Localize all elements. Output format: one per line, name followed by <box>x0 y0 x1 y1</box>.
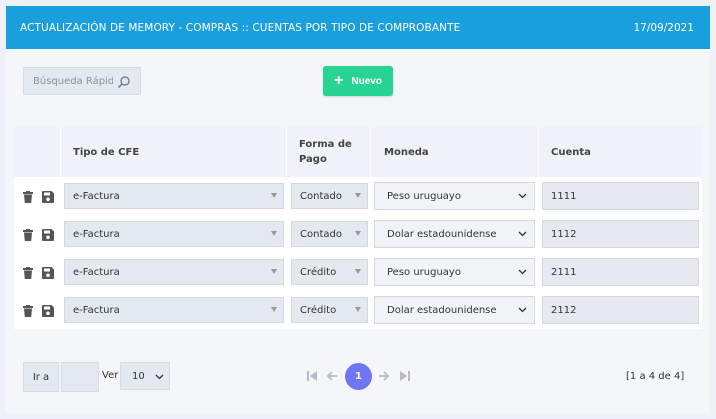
forma-pago-select[interactable]: Contado <box>291 221 368 247</box>
forma-pago-value: Crédito <box>300 304 337 316</box>
goto-page-label: Ir a <box>32 371 50 383</box>
forma-pago-select[interactable]: Crédito <box>291 259 368 285</box>
trash-icon[interactable] <box>22 305 34 317</box>
cuenta-field[interactable]: 2111 <box>542 258 699 286</box>
moneda-select[interactable]: Dolar estadounidense <box>374 296 535 324</box>
prev-page-icon[interactable] <box>326 369 338 383</box>
forma-pago-select[interactable]: Contado <box>291 183 368 209</box>
header-tipo-cfe-label: Tipo de CFE <box>73 146 140 158</box>
page-size-select[interactable]: 10 <box>120 362 170 390</box>
caret-down-icon <box>355 307 361 312</box>
chevron-down-icon <box>155 374 164 380</box>
header-cuenta[interactable]: Cuenta <box>539 127 702 177</box>
header-tipo-cfe[interactable]: Tipo de CFE <box>61 127 287 177</box>
trash-icon[interactable] <box>22 267 34 279</box>
search-input[interactable] <box>33 75 113 87</box>
moneda-value: Dolar estadounidense <box>387 304 497 316</box>
header-moneda[interactable]: Moneda <box>371 127 539 177</box>
caret-down-icon <box>271 193 277 198</box>
cuenta-field[interactable]: 1112 <box>542 220 699 248</box>
chevron-down-icon <box>518 307 527 313</box>
header-forma-pago-line2: Pago <box>299 154 327 165</box>
accounts-table: Tipo de CFE Forma de Pago Moneda Cuenta … <box>14 127 702 329</box>
header-date: 17/09/2021 <box>633 21 694 34</box>
page-title: ACTUALIZACIÓN DE MEMORY - COMPRAS :: CUE… <box>20 21 461 34</box>
new-button[interactable]: + Nuevo <box>323 66 393 96</box>
forma-pago-value: Contado <box>300 190 342 202</box>
search-icon[interactable] <box>117 75 131 89</box>
table-row: e-Factura Crédito Peso uruguayo 2111 <box>14 253 702 291</box>
moneda-value: Peso uruguayo <box>387 190 461 202</box>
trash-icon[interactable] <box>22 229 34 241</box>
header-forma-pago-label: Forma de Pago <box>299 137 352 167</box>
new-button-label: Nuevo <box>351 75 382 87</box>
next-page-icon[interactable] <box>378 369 390 383</box>
table-row: e-Factura Contado Peso uruguayo 1111 <box>14 177 702 215</box>
tipo-cfe-value: e-Factura <box>73 304 120 316</box>
cuenta-value: 1111 <box>551 190 577 202</box>
current-page-number: 1 <box>355 371 362 382</box>
quick-search[interactable] <box>23 67 141 95</box>
page-summary: [1 a 4 de 4] <box>626 371 685 382</box>
header-moneda-label: Moneda <box>384 146 429 158</box>
goto-page-button[interactable]: Ir a <box>23 362 59 392</box>
table-row: e-Factura Contado Dolar estadounidense 1… <box>14 215 702 253</box>
header-forma-pago[interactable]: Forma de Pago <box>287 127 371 177</box>
tipo-cfe-select[interactable]: e-Factura <box>64 221 284 247</box>
save-icon[interactable] <box>42 267 54 279</box>
chevron-down-icon <box>518 269 527 275</box>
caret-down-icon <box>355 193 361 198</box>
caret-down-icon <box>271 231 277 236</box>
title-bar: ACTUALIZACIÓN DE MEMORY - COMPRAS :: CUE… <box>6 6 710 49</box>
header-actions <box>14 127 61 177</box>
page-size-label: Ver <box>102 370 119 381</box>
caret-down-icon <box>355 269 361 274</box>
cuenta-field[interactable]: 1111 <box>542 182 699 210</box>
table-row: e-Factura Crédito Dolar estadounidense 2… <box>14 291 702 329</box>
save-icon[interactable] <box>42 305 54 317</box>
moneda-select[interactable]: Peso uruguayo <box>374 182 535 210</box>
page-size-value: 10 <box>132 370 145 382</box>
header-forma-pago-line1: Forma de <box>299 139 352 150</box>
cuenta-value: 2111 <box>551 266 577 278</box>
save-icon[interactable] <box>42 191 54 203</box>
tipo-cfe-select[interactable]: e-Factura <box>64 259 284 285</box>
header-cuenta-label: Cuenta <box>551 146 591 158</box>
caret-down-icon <box>355 231 361 236</box>
trash-icon[interactable] <box>22 191 34 203</box>
moneda-select[interactable]: Peso uruguayo <box>374 258 535 286</box>
last-page-icon[interactable] <box>399 369 411 383</box>
table-header: Tipo de CFE Forma de Pago Moneda Cuenta <box>14 127 702 177</box>
caret-down-icon <box>271 269 277 274</box>
tipo-cfe-select[interactable]: e-Factura <box>64 297 284 323</box>
chevron-down-icon <box>518 231 527 237</box>
forma-pago-select[interactable]: Crédito <box>291 297 368 323</box>
tipo-cfe-select[interactable]: e-Factura <box>64 183 284 209</box>
cuenta-value: 1112 <box>551 228 577 240</box>
tipo-cfe-value: e-Factura <box>73 190 120 202</box>
tipo-cfe-value: e-Factura <box>73 228 120 240</box>
forma-pago-value: Crédito <box>300 266 337 278</box>
cuenta-field[interactable]: 2112 <box>542 296 699 324</box>
current-page-button[interactable]: 1 <box>345 363 372 390</box>
moneda-value: Dolar estadounidense <box>387 228 497 240</box>
save-icon[interactable] <box>42 229 54 241</box>
first-page-icon[interactable] <box>306 369 318 383</box>
moneda-select[interactable]: Dolar estadounidense <box>374 220 535 248</box>
forma-pago-value: Contado <box>300 228 342 240</box>
moneda-value: Peso uruguayo <box>387 266 461 278</box>
goto-page-input[interactable] <box>61 362 99 392</box>
tipo-cfe-value: e-Factura <box>73 266 120 278</box>
cuenta-value: 2112 <box>551 304 577 316</box>
chevron-down-icon <box>518 193 527 199</box>
caret-down-icon <box>271 307 277 312</box>
plus-icon: + <box>334 72 344 89</box>
